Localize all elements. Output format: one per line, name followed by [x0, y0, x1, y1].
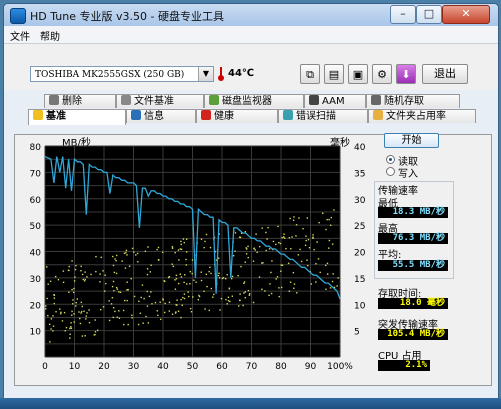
- file-benchmark-icon: [121, 95, 131, 105]
- toolbar: TOSHIBA MK2555GSX (250 GB) ▼ 44℃ ⧉ ▤ ▣ ⚙…: [4, 44, 498, 90]
- app-logo-icon: [10, 8, 26, 24]
- tab-label: 信息: [144, 111, 164, 122]
- menu-file[interactable]: 文件: [10, 28, 30, 43]
- copy-info-icon[interactable]: ⧉: [300, 64, 320, 84]
- save-icon[interactable]: ▣: [348, 64, 368, 84]
- avg-value: 55.5 MB/秒: [378, 260, 448, 271]
- exit-button[interactable]: 退出: [422, 64, 468, 84]
- tab-label: 文件夹占用率: [386, 111, 446, 122]
- y-left-unit: MB/秒: [62, 138, 91, 149]
- menu-help[interactable]: 帮助: [40, 28, 60, 43]
- thermometer-icon: [218, 67, 224, 81]
- cpu-usage-value: 2.1%: [378, 360, 430, 371]
- start-button[interactable]: 开始: [384, 133, 439, 148]
- tab-label: 基准: [46, 111, 66, 122]
- max-value: 76.3 MB/秒: [378, 233, 448, 244]
- title-bar[interactable]: HD Tune 专业版 v3.50 - 硬盘专业工具 – □ ✕: [4, 4, 498, 26]
- burst-rate-value: 105.4 MB/秒: [378, 329, 448, 340]
- y-right-unit: 毫秒: [330, 138, 350, 149]
- tab-benchmark[interactable]: 基准: [28, 109, 126, 125]
- benchmark-icon: [33, 110, 43, 120]
- disk-monitor-icon: [209, 95, 219, 105]
- copy-screen-icon[interactable]: ▤: [324, 64, 344, 84]
- read-radio[interactable]: [386, 155, 395, 164]
- tab-folder-usage[interactable]: 文件夹占用率: [368, 109, 476, 123]
- maximize-button[interactable]: □: [416, 5, 442, 24]
- benchmark-chart: [45, 146, 340, 357]
- tab-label: 随机存取: [384, 96, 424, 107]
- window-title: HD Tune 专业版 v3.50 - 硬盘专业工具: [30, 10, 224, 23]
- min-value: 18.3 MB/秒: [378, 207, 448, 218]
- desktop-edge: [0, 398, 501, 409]
- menu-bar: 文件 帮助: [4, 26, 498, 44]
- drive-select[interactable]: TOSHIBA MK2555GSX (250 GB) ▼: [30, 66, 214, 82]
- tab-label: 健康: [214, 111, 234, 122]
- speaker-icon: [309, 95, 319, 105]
- tab-label: 文件基准: [134, 96, 174, 107]
- tab-label: 删除: [62, 96, 82, 107]
- tab-label: AAM: [322, 96, 345, 107]
- drive-select-value: TOSHIBA MK2555GSX (250 GB): [35, 70, 185, 80]
- download-icon[interactable]: ⬇: [396, 64, 416, 84]
- tab-health[interactable]: 健康: [196, 109, 278, 123]
- health-cross-icon: [201, 110, 211, 120]
- access-time-value: 18.0 毫秒: [378, 298, 448, 309]
- options-icon[interactable]: ⚙: [372, 64, 392, 84]
- close-button[interactable]: ✕: [442, 5, 490, 24]
- tab-label: 磁盘监视器: [222, 96, 272, 107]
- random-access-icon: [371, 95, 381, 105]
- erase-icon: [49, 95, 59, 105]
- temperature-readout: 44℃: [228, 68, 255, 79]
- tab-aam[interactable]: AAM: [304, 94, 366, 108]
- folder-icon: [373, 110, 383, 120]
- avg-label: 平均:: [378, 250, 402, 261]
- write-label: 写入: [398, 169, 418, 180]
- tab-file-benchmark[interactable]: 文件基准: [116, 94, 204, 108]
- minimize-button[interactable]: –: [390, 5, 416, 24]
- tab-error-scan[interactable]: 错误扫描: [278, 109, 368, 123]
- tab-random-access[interactable]: 随机存取: [366, 94, 460, 108]
- magnifier-icon: [283, 110, 293, 120]
- tab-erase[interactable]: 删除: [44, 94, 116, 108]
- tab-info[interactable]: 信息: [126, 109, 196, 123]
- tab-disk-monitor[interactable]: 磁盘监视器: [204, 94, 304, 108]
- chevron-down-icon[interactable]: ▼: [198, 67, 213, 81]
- write-radio[interactable]: [386, 167, 395, 176]
- tab-label: 错误扫描: [296, 111, 336, 122]
- info-icon: [131, 110, 141, 120]
